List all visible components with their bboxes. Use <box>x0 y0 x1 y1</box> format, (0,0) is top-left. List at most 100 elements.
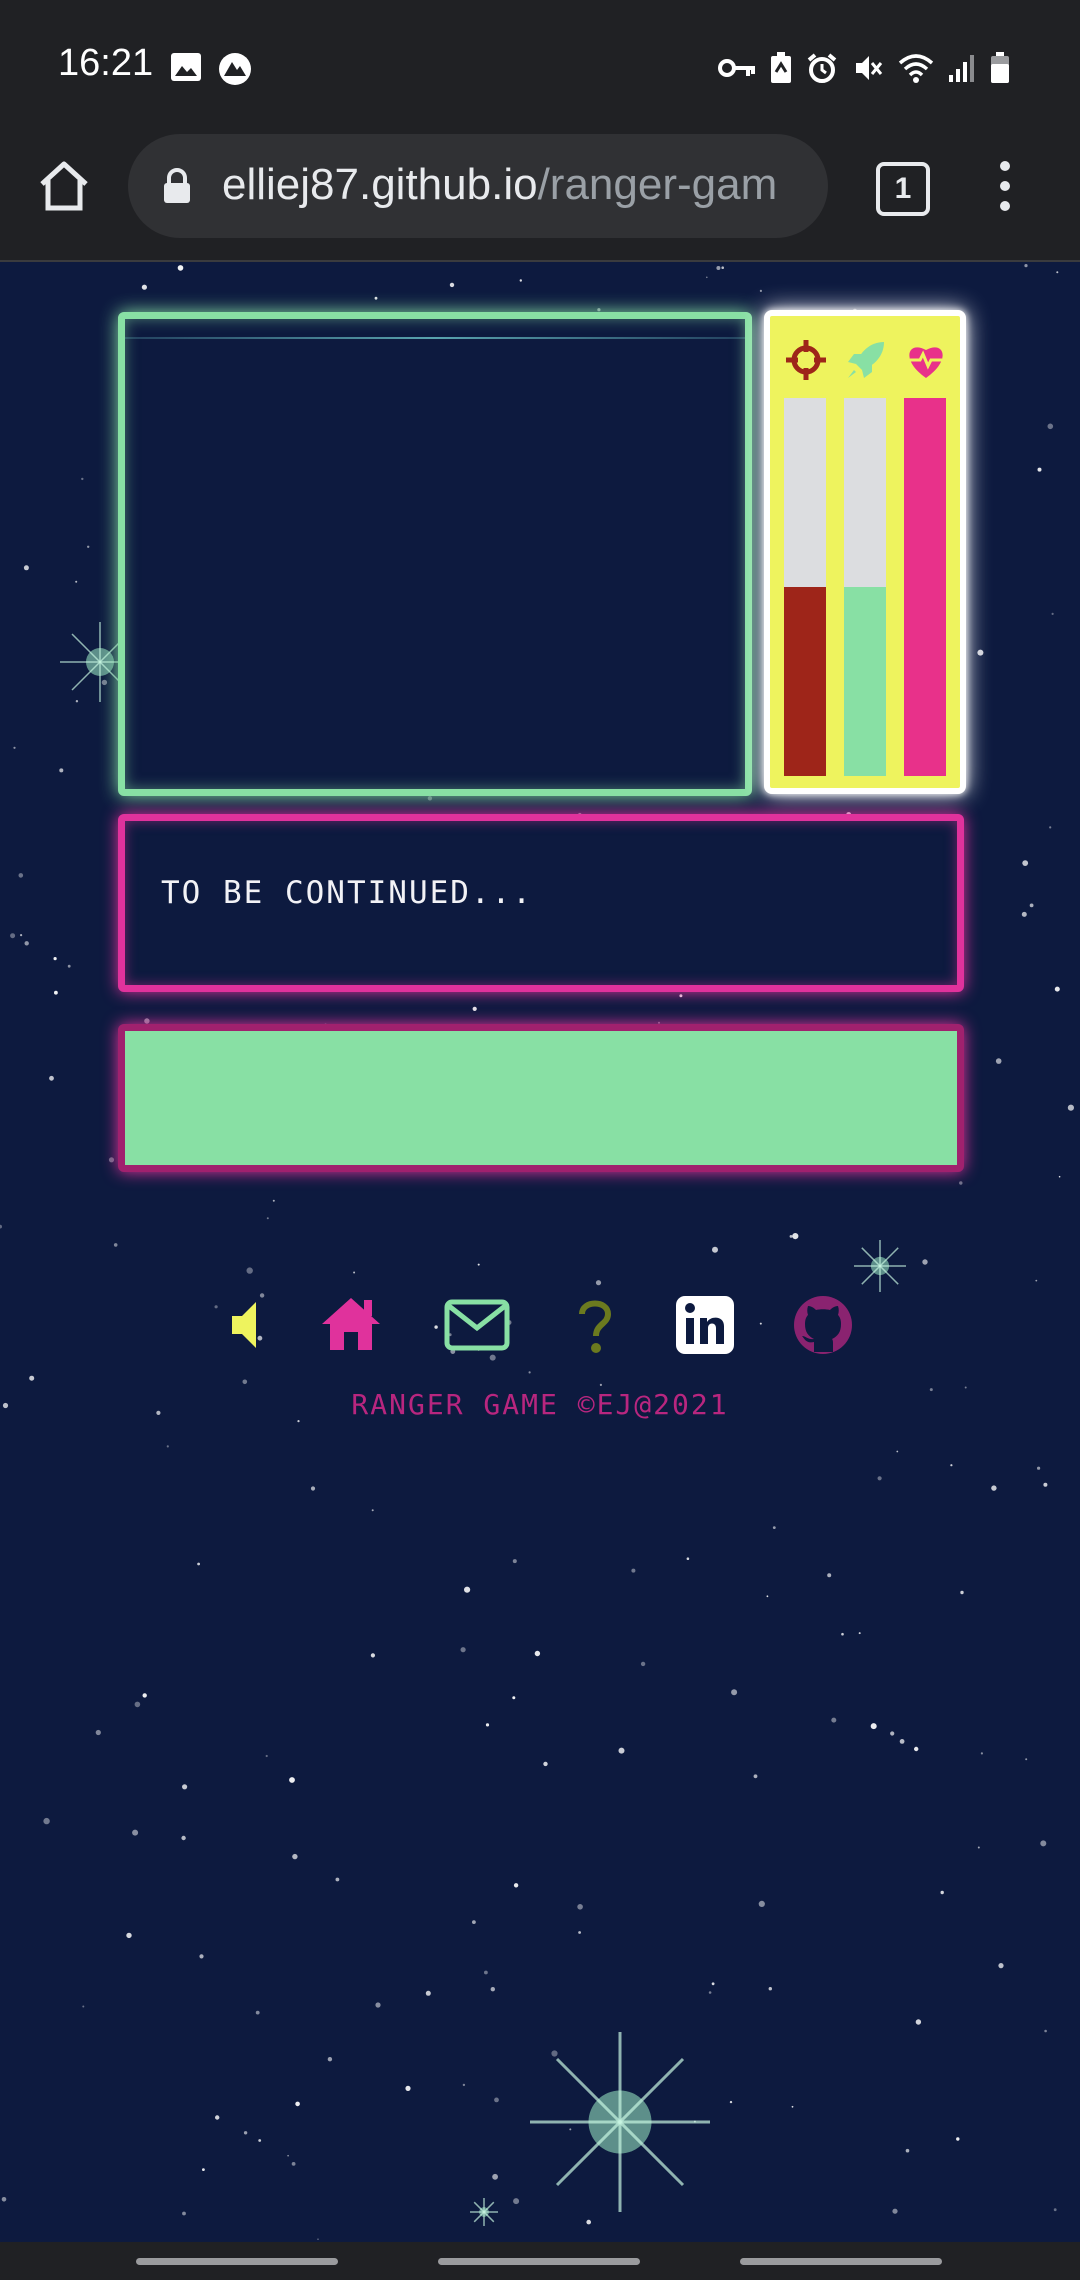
star <box>287 2154 289 2157</box>
star <box>1049 826 1052 829</box>
star <box>197 1562 201 1566</box>
message-box: TO BE CONTINUED... <box>118 814 964 992</box>
overflow-menu-icon[interactable] <box>990 156 1020 216</box>
signal-icon <box>949 55 974 82</box>
battery-icon <box>991 52 1009 83</box>
star <box>134 1701 141 1708</box>
star <box>108 1157 115 1163</box>
star <box>59 768 64 773</box>
star <box>181 1835 186 1841</box>
star <box>841 1632 844 1636</box>
browser-toolbar: elliej87.github.io/ranger-gam 1 <box>0 134 1080 262</box>
star <box>513 2198 520 2205</box>
star <box>791 2105 794 2108</box>
star <box>490 1987 495 1992</box>
star <box>1040 1840 1047 1847</box>
url-text[interactable]: elliej87.github.io/ranger-gam <box>222 160 822 210</box>
star <box>113 1243 118 1247</box>
star <box>1037 467 1042 472</box>
star <box>449 282 455 288</box>
help-icon[interactable] <box>562 1292 628 1358</box>
star <box>599 1383 603 1386</box>
star <box>13 746 16 749</box>
star <box>166 1445 169 1448</box>
nav-back[interactable] <box>740 2258 942 2265</box>
address-bar[interactable]: elliej87.github.io/ranger-gam <box>128 134 828 238</box>
star <box>586 2219 591 2225</box>
star <box>915 2019 922 2025</box>
star <box>126 1932 132 1939</box>
star <box>831 1717 837 1723</box>
home-button-icon[interactable] <box>36 158 92 214</box>
star <box>243 2131 248 2135</box>
star <box>758 1900 765 1907</box>
star <box>998 1963 1004 1969</box>
star <box>1056 271 1059 274</box>
heart-pulse-icon <box>909 347 943 378</box>
alarm-icon <box>807 53 837 83</box>
star <box>405 2085 411 2091</box>
vpn-key-icon <box>718 59 755 77</box>
star <box>708 1991 712 1994</box>
star <box>317 2238 319 2240</box>
status-time: 16:21 <box>58 42 154 84</box>
star <box>141 284 147 290</box>
star <box>980 1752 984 1755</box>
mail-icon[interactable] <box>444 1292 510 1358</box>
star <box>54 990 58 995</box>
nav-recents[interactable] <box>136 2258 338 2265</box>
star <box>291 2162 296 2166</box>
star <box>494 2097 499 2103</box>
tab-switcher-button[interactable]: 1 <box>876 162 930 216</box>
star <box>0 1224 2 1229</box>
star <box>485 1723 490 1727</box>
star <box>1025 1758 1028 1761</box>
star <box>1043 1482 1048 1487</box>
star <box>1037 1466 1041 1470</box>
star <box>706 276 708 279</box>
star <box>977 1846 980 1849</box>
home-icon[interactable] <box>318 1292 384 1358</box>
game-screen[interactable] <box>118 312 752 796</box>
star <box>87 545 90 548</box>
star <box>1022 860 1029 866</box>
star <box>569 2128 572 2131</box>
star <box>578 1931 581 1934</box>
star <box>686 1557 690 1560</box>
speed-bar <box>844 398 886 776</box>
star <box>353 1271 356 1274</box>
mute-icon <box>856 56 883 80</box>
star <box>144 1018 150 1024</box>
star <box>464 1586 471 1593</box>
sound-icon[interactable] <box>212 1292 278 1358</box>
star <box>512 1559 517 1564</box>
star <box>472 1920 476 1924</box>
star <box>789 1235 793 1238</box>
star <box>472 1006 477 1012</box>
star <box>940 1890 944 1895</box>
game-page: TO BE CONTINUED... RANGER GAME ©EJ@2021 <box>0 262 1080 2242</box>
star <box>292 1853 298 1860</box>
star <box>640 1661 646 1667</box>
star <box>905 2148 910 2153</box>
linkedin-icon[interactable] <box>672 1292 738 1358</box>
rocket-icon <box>848 342 884 378</box>
action-button[interactable] <box>118 1024 964 1172</box>
star <box>1044 2029 1047 2033</box>
star <box>679 994 683 998</box>
star <box>631 1568 636 1573</box>
star <box>977 649 984 656</box>
star <box>858 1632 861 1635</box>
star <box>266 1217 269 1220</box>
star <box>1067 1104 1074 1111</box>
nav-home[interactable] <box>438 2258 640 2265</box>
github-icon[interactable] <box>790 1292 856 1358</box>
footer-icons <box>0 1292 1080 1372</box>
star <box>427 796 433 801</box>
star <box>425 1990 431 1996</box>
stats-panel <box>764 310 966 794</box>
scanline <box>125 337 745 339</box>
star <box>519 279 522 282</box>
star <box>618 1747 625 1754</box>
star <box>551 2050 558 2057</box>
